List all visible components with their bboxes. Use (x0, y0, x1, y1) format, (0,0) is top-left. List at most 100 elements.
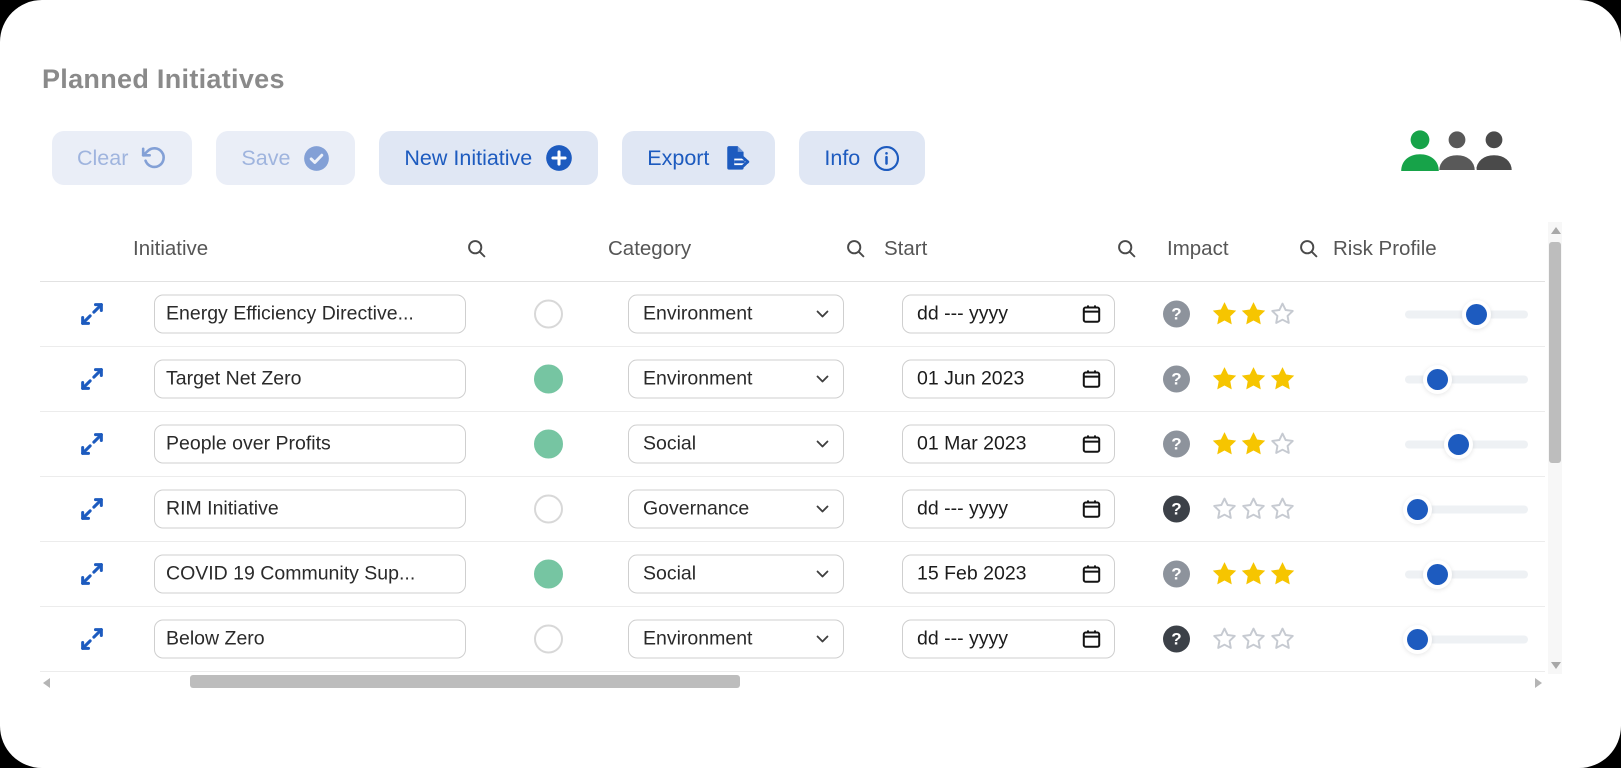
star-filled-icon[interactable] (1239, 430, 1268, 459)
expand-row-icon[interactable] (78, 430, 106, 458)
impact-rating[interactable] (1210, 495, 1297, 524)
expand-row-icon[interactable] (78, 560, 106, 588)
status-circle[interactable] (534, 625, 563, 654)
initiative-input[interactable] (154, 490, 466, 529)
risk-slider[interactable] (1405, 562, 1528, 587)
risk-slider-thumb[interactable] (1407, 499, 1428, 520)
start-date-input[interactable]: dd --- yyyy (902, 295, 1115, 334)
initiative-input[interactable] (154, 555, 466, 594)
star-empty-icon[interactable] (1239, 495, 1268, 524)
category-select[interactable]: Social (628, 555, 844, 594)
initiative-input[interactable] (154, 360, 466, 399)
vertical-scrollbar-thumb[interactable] (1549, 242, 1561, 463)
risk-slider[interactable] (1405, 367, 1528, 392)
scroll-up-arrow-icon[interactable] (1551, 227, 1561, 234)
calendar-icon[interactable] (1081, 434, 1102, 455)
search-icon[interactable] (1298, 238, 1319, 259)
star-empty-icon[interactable] (1268, 430, 1297, 459)
initiative-input[interactable] (154, 295, 466, 334)
horizontal-scrollbar[interactable] (40, 674, 1545, 690)
category-select[interactable]: Environment (628, 360, 844, 399)
help-icon[interactable]: ? (1163, 626, 1190, 653)
status-circle[interactable] (534, 495, 563, 524)
status-circle[interactable] (534, 430, 563, 459)
star-empty-icon[interactable] (1210, 495, 1239, 524)
start-date-value: dd --- yyyy (917, 628, 1008, 651)
star-filled-icon[interactable] (1210, 300, 1239, 329)
expand-row-icon[interactable] (78, 365, 106, 393)
impact-rating[interactable] (1210, 300, 1297, 329)
expand-row-icon[interactable] (78, 625, 106, 653)
star-empty-icon[interactable] (1268, 495, 1297, 524)
help-icon[interactable]: ? (1163, 431, 1190, 458)
calendar-icon[interactable] (1081, 564, 1102, 585)
star-filled-icon[interactable] (1210, 430, 1239, 459)
scroll-right-arrow-icon[interactable] (1535, 678, 1542, 688)
star-empty-icon[interactable] (1268, 625, 1297, 654)
info-button[interactable]: Info (799, 131, 925, 185)
star-filled-icon[interactable] (1268, 365, 1297, 394)
calendar-icon[interactable] (1081, 369, 1102, 390)
search-icon[interactable] (845, 238, 866, 259)
start-date-input[interactable]: dd --- yyyy (902, 490, 1115, 529)
column-header-risk-profile: Risk Profile (1333, 237, 1437, 261)
vertical-scrollbar[interactable] (1548, 222, 1562, 674)
impact-rating[interactable] (1210, 365, 1297, 394)
category-select[interactable]: Environment (628, 620, 844, 659)
expand-row-icon[interactable] (78, 495, 106, 523)
horizontal-scrollbar-thumb[interactable] (190, 675, 740, 688)
status-circle[interactable] (534, 300, 563, 329)
search-icon[interactable] (466, 238, 487, 259)
category-select[interactable]: Environment (628, 295, 844, 334)
table-row: Governance dd --- yyyy ? (40, 477, 1545, 542)
star-filled-icon[interactable] (1210, 365, 1239, 394)
impact-rating[interactable] (1210, 625, 1297, 654)
impact-rating[interactable] (1210, 560, 1297, 589)
category-select[interactable]: Governance (628, 490, 844, 529)
status-circle[interactable] (534, 365, 563, 394)
star-empty-icon[interactable] (1239, 625, 1268, 654)
risk-slider[interactable] (1405, 497, 1528, 522)
calendar-icon[interactable] (1081, 304, 1102, 325)
clear-button[interactable]: Clear (52, 131, 192, 185)
expand-row-icon[interactable] (78, 300, 106, 328)
calendar-icon[interactable] (1081, 499, 1102, 520)
star-filled-icon[interactable] (1239, 300, 1268, 329)
initiative-input[interactable] (154, 425, 466, 464)
status-circle[interactable] (534, 560, 563, 589)
start-date-input[interactable]: 01 Jun 2023 (902, 360, 1115, 399)
search-icon[interactable] (1116, 238, 1137, 259)
save-button[interactable]: Save (216, 131, 355, 185)
calendar-icon[interactable] (1081, 629, 1102, 650)
star-filled-icon[interactable] (1239, 365, 1268, 394)
risk-slider-thumb[interactable] (1448, 434, 1469, 455)
star-filled-icon[interactable] (1210, 560, 1239, 589)
scroll-left-arrow-icon[interactable] (43, 678, 50, 688)
initiative-input[interactable] (154, 620, 466, 659)
risk-slider-thumb[interactable] (1427, 564, 1448, 585)
risk-slider[interactable] (1405, 627, 1528, 652)
category-select[interactable]: Social (628, 425, 844, 464)
users-presence (1396, 127, 1518, 171)
start-date-input[interactable]: dd --- yyyy (902, 620, 1115, 659)
star-filled-icon[interactable] (1268, 560, 1297, 589)
star-empty-icon[interactable] (1210, 625, 1239, 654)
risk-slider[interactable] (1405, 432, 1528, 457)
start-date-input[interactable]: 01 Mar 2023 (902, 425, 1115, 464)
help-icon[interactable]: ? (1163, 366, 1190, 393)
impact-rating[interactable] (1210, 430, 1297, 459)
export-button[interactable]: Export (622, 131, 775, 185)
risk-slider-thumb[interactable] (1407, 629, 1428, 650)
star-empty-icon[interactable] (1268, 300, 1297, 329)
help-icon[interactable]: ? (1163, 561, 1190, 588)
star-filled-icon[interactable] (1239, 560, 1268, 589)
risk-slider-thumb[interactable] (1466, 304, 1487, 325)
start-date-input[interactable]: 15 Feb 2023 (902, 555, 1115, 594)
scroll-down-arrow-icon[interactable] (1551, 662, 1561, 669)
help-icon[interactable]: ? (1163, 496, 1190, 523)
risk-slider-thumb[interactable] (1427, 369, 1448, 390)
help-icon[interactable]: ? (1163, 301, 1190, 328)
risk-slider[interactable] (1405, 302, 1528, 327)
new-initiative-button[interactable]: New Initiative (379, 131, 598, 185)
start-date-value: 15 Feb 2023 (917, 563, 1027, 586)
